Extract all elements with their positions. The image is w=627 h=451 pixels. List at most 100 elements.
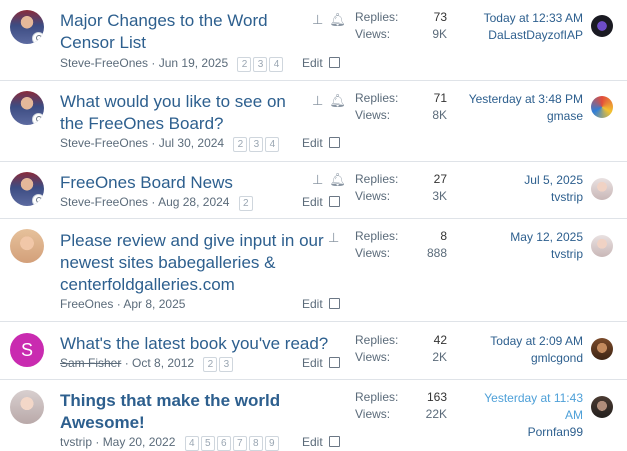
page-link[interactable]: 8 [248, 436, 263, 451]
thread-title[interactable]: Things that make the world Awesome! [60, 390, 300, 434]
replies-label: Replies: [355, 390, 399, 404]
last-poster-avatar[interactable] [591, 96, 613, 118]
thread-author[interactable]: Steve-FreeOnes [60, 56, 148, 70]
page-link[interactable]: 4 [269, 57, 284, 72]
thread-status-icons: ⊥ [328, 230, 345, 246]
select-checkbox[interactable] [328, 298, 340, 309]
thread-author[interactable]: Sam Fisher [60, 356, 121, 370]
thread-row[interactable]: What would you like to see on the FreeOn… [0, 81, 627, 162]
pin-icon: ⊥ [312, 12, 324, 27]
thread-author[interactable]: Steve-FreeOnes [60, 136, 148, 150]
edit-label[interactable]: Edit [302, 56, 323, 70]
page-link[interactable]: 9 [264, 436, 279, 451]
thread-author[interactable]: FreeOnes [60, 297, 113, 311]
thread-date: Jul 30, 2024 [158, 136, 225, 150]
select-checkbox[interactable] [328, 137, 340, 148]
page-link[interactable]: 7 [232, 436, 247, 451]
avatar[interactable] [10, 229, 44, 263]
avatar[interactable]: S [10, 333, 44, 367]
last-poster-avatar[interactable] [591, 396, 613, 418]
thread-status-icons: ⊥ 🔔︎ [312, 12, 352, 28]
last-post-date[interactable]: May 12, 2025 [443, 229, 583, 246]
edit-label[interactable]: Edit [302, 195, 323, 209]
page-link[interactable]: 2 [233, 137, 248, 152]
thread-stats: Replies: 42 Views: 2K [355, 333, 447, 367]
avatar[interactable] [10, 91, 44, 125]
last-post-user[interactable]: Pornfan99 [473, 424, 583, 441]
thread-date: Apr 8, 2025 [123, 297, 186, 311]
thread-stats: Replies: 163 Views: 22K [355, 390, 447, 424]
page-link[interactable]: 3 [253, 57, 268, 72]
views-label: Views: [355, 108, 391, 122]
thread-title[interactable]: What's the latest book you've read? [60, 333, 330, 355]
search-icon [32, 32, 44, 44]
last-post-user[interactable]: DaLastDayzofIAP [443, 27, 583, 44]
last-post-user[interactable]: tvstrip [443, 189, 583, 206]
views-label: Views: [355, 407, 391, 421]
thread-row[interactable]: Things that make the world Awesome! tvst… [0, 380, 627, 451]
last-post-date[interactable]: Today at 2:09 AM [443, 333, 583, 350]
thread-author[interactable]: Steve-FreeOnes [60, 195, 148, 209]
thread-row[interactable]: S What's the latest book you've read? Sa… [0, 322, 627, 380]
search-icon [32, 194, 44, 206]
edit-control[interactable]: Edit [302, 356, 340, 370]
last-post-date[interactable]: Today at 12:33 AM [443, 10, 583, 27]
last-post-user[interactable]: gmase [443, 108, 583, 125]
thread-row[interactable]: FreeOnes Board News Steve-FreeOnes · Aug… [0, 162, 627, 219]
edit-control[interactable]: Edit [302, 56, 340, 70]
thread-stats: Replies: 71 Views: 8K [355, 91, 447, 125]
thread-row[interactable]: Major Changes to the Word Censor List St… [0, 0, 627, 81]
page-link[interactable]: 2 [203, 357, 218, 372]
select-checkbox[interactable] [328, 196, 340, 207]
replies-count: 163 [426, 390, 447, 404]
page-links: 456789 [184, 435, 281, 451]
last-post-date[interactable]: Jul 5, 2025 [443, 172, 583, 189]
edit-control[interactable]: Edit [302, 435, 340, 449]
last-post: Yesterday at 11:43 AM Pornfan99 [473, 390, 583, 441]
last-post-date[interactable]: Yesterday at 11:43 AM [473, 390, 583, 424]
last-post-date[interactable]: Yesterday at 3:48 PM [443, 91, 583, 108]
views-label: Views: [355, 350, 391, 364]
edit-label[interactable]: Edit [302, 297, 323, 311]
last-post-user[interactable]: tvstrip [443, 246, 583, 263]
thread-meta: Steve-FreeOnes · Aug 28, 2024 2 [60, 195, 255, 211]
last-post: Yesterday at 3:48 PM gmase [443, 91, 583, 125]
last-post: Today at 2:09 AM gmlcgond [443, 333, 583, 367]
edit-control[interactable]: Edit [302, 136, 340, 150]
pin-icon: ⊥ [312, 172, 324, 187]
page-link[interactable]: 3 [249, 137, 264, 152]
thread-title[interactable]: Please review and give input in our newe… [60, 230, 330, 296]
last-poster-avatar[interactable] [591, 15, 613, 37]
last-poster-avatar[interactable] [591, 338, 613, 360]
select-checkbox[interactable] [328, 357, 340, 368]
edit-control[interactable]: Edit [302, 195, 340, 209]
edit-label[interactable]: Edit [302, 136, 323, 150]
select-checkbox[interactable] [328, 436, 340, 447]
thread-status-icons: ⊥ 🔔︎ [312, 93, 352, 109]
edit-label[interactable]: Edit [302, 435, 323, 449]
avatar[interactable] [10, 390, 44, 424]
replies-label: Replies: [355, 91, 399, 105]
page-link[interactable]: 4 [184, 436, 199, 451]
thread-title[interactable]: FreeOnes Board News [60, 172, 295, 194]
page-link[interactable]: 6 [216, 436, 231, 451]
views-label: Views: [355, 27, 391, 41]
last-post-user[interactable]: gmlcgond [443, 350, 583, 367]
page-link[interactable]: 4 [265, 137, 280, 152]
thread-title[interactable]: Major Changes to the Word Censor List [60, 10, 295, 54]
select-checkbox[interactable] [328, 57, 340, 68]
avatar[interactable] [10, 10, 44, 44]
page-link[interactable]: 2 [238, 196, 253, 211]
thread-row[interactable]: Please review and give input in our newe… [0, 219, 627, 322]
thread-author[interactable]: tvstrip [60, 435, 92, 449]
page-link[interactable]: 3 [219, 357, 234, 372]
last-poster-avatar[interactable] [591, 178, 613, 200]
thread-date: Oct 8, 2012 [132, 356, 195, 370]
page-link[interactable]: 5 [200, 436, 215, 451]
edit-label[interactable]: Edit [302, 356, 323, 370]
last-poster-avatar[interactable] [591, 235, 613, 257]
thread-title[interactable]: What would you like to see on the FreeOn… [60, 91, 295, 135]
avatar[interactable] [10, 172, 44, 206]
page-link[interactable]: 2 [237, 57, 252, 72]
edit-control[interactable]: Edit [302, 297, 340, 311]
